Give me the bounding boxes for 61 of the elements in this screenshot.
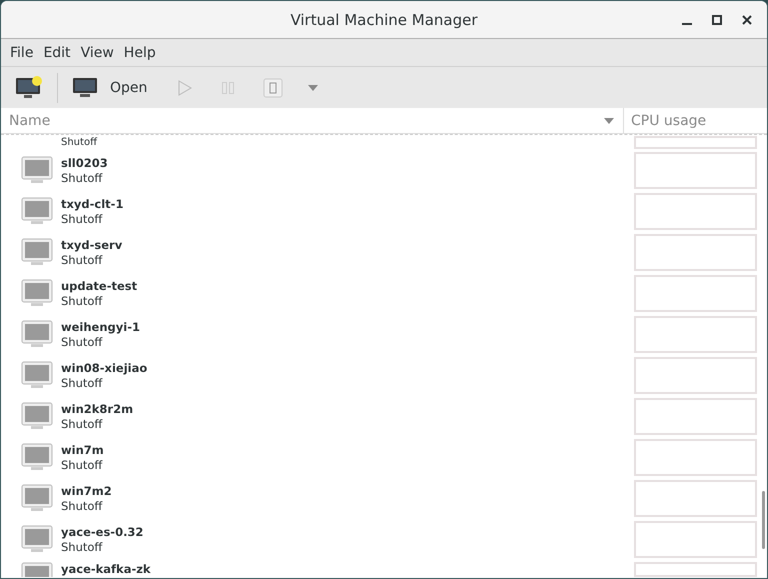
vm-row[interactable]: update-test Shutoff bbox=[1, 273, 767, 314]
vm-row[interactable]: win7m2 Shutoff bbox=[1, 478, 767, 519]
vm-row[interactable]: yace-es-0.32 Shutoff bbox=[1, 519, 767, 560]
vm-name: txyd-serv bbox=[61, 238, 122, 252]
menu-item[interactable]: View bbox=[76, 40, 119, 64]
vm-name: update-test bbox=[61, 278, 138, 294]
vm-status: Shutoff bbox=[61, 376, 104, 390]
vm-status: Shutoff bbox=[61, 334, 104, 350]
maximize-icon bbox=[712, 15, 722, 25]
vm-status: Shutoff bbox=[61, 212, 104, 226]
monitor-icon bbox=[72, 76, 98, 98]
monitor-icon bbox=[21, 524, 53, 554]
monitor-icon bbox=[21, 238, 53, 268]
play-icon bbox=[177, 80, 194, 96]
vm-name: weihengyi-1 bbox=[61, 320, 140, 334]
monitor-icon bbox=[21, 196, 53, 226]
vm-name: yace-es-0.32 bbox=[61, 524, 144, 540]
vm-status: Shutoff bbox=[61, 540, 104, 554]
scrollbar[interactable] bbox=[762, 491, 765, 549]
menu-item[interactable]: File bbox=[5, 40, 38, 64]
window-title: Virtual Machine Manager bbox=[290, 10, 478, 28]
monitor-icon bbox=[21, 320, 53, 350]
vm-row[interactable]: win2k8r2m Shutoff bbox=[1, 396, 767, 437]
monitor-icon bbox=[21, 360, 53, 390]
menu-item[interactable]: Edit bbox=[38, 40, 76, 64]
monitor-icon bbox=[21, 156, 53, 186]
caret-icon bbox=[307, 84, 320, 92]
vm-row[interactable]: txyd-clt-1 Shutoff bbox=[1, 191, 767, 232]
vm-name: win08-xiejiao bbox=[61, 360, 148, 376]
caret-icon bbox=[603, 116, 615, 124]
vm-row[interactable]: Shutoff bbox=[1, 135, 767, 150]
monitor-star-icon bbox=[15, 76, 43, 100]
vm-status: Shutoff bbox=[61, 458, 104, 472]
vm-status: Shutoff bbox=[61, 498, 104, 514]
close-icon bbox=[742, 15, 752, 25]
vm-row[interactable]: yace-kafka-zk bbox=[1, 560, 767, 577]
stop-icon bbox=[263, 78, 284, 98]
pause-icon bbox=[221, 80, 236, 94]
vm-row[interactable]: win08-xiejiao Shutoff bbox=[1, 355, 767, 396]
monitor-icon bbox=[21, 442, 53, 472]
vm-name: txyd-clt-1 bbox=[61, 196, 124, 212]
vm-row[interactable]: txyd-serv Shutoff bbox=[1, 232, 767, 273]
vm-status: Shutoff bbox=[61, 170, 104, 186]
vm-row[interactable]: sll0203 Shutoff bbox=[1, 150, 767, 191]
open-button[interactable]: Open bbox=[66, 72, 154, 102]
vm-name: yace-kafka-zk bbox=[61, 562, 151, 577]
monitor-icon bbox=[21, 484, 53, 514]
vm-name: win7m2 bbox=[61, 484, 112, 498]
vm-name: sll0203 bbox=[61, 156, 108, 170]
minimize-icon bbox=[682, 23, 692, 25]
menu-item[interactable]: Help bbox=[118, 40, 161, 64]
vm-status: Shutoff bbox=[61, 294, 104, 308]
vm-name: win2k8r2m bbox=[61, 402, 134, 416]
vm-status: Shutoff bbox=[61, 416, 104, 432]
vm-status: Shutoff bbox=[61, 252, 104, 268]
vm-name: win7m bbox=[61, 442, 104, 458]
vm-status: Shutoff bbox=[61, 136, 97, 149]
monitor-icon bbox=[21, 402, 53, 432]
vm-row[interactable]: weihengyi-1 Shutoff bbox=[1, 314, 767, 355]
monitor-icon bbox=[21, 278, 53, 308]
vm-row[interactable]: win7m Shutoff bbox=[1, 437, 767, 478]
